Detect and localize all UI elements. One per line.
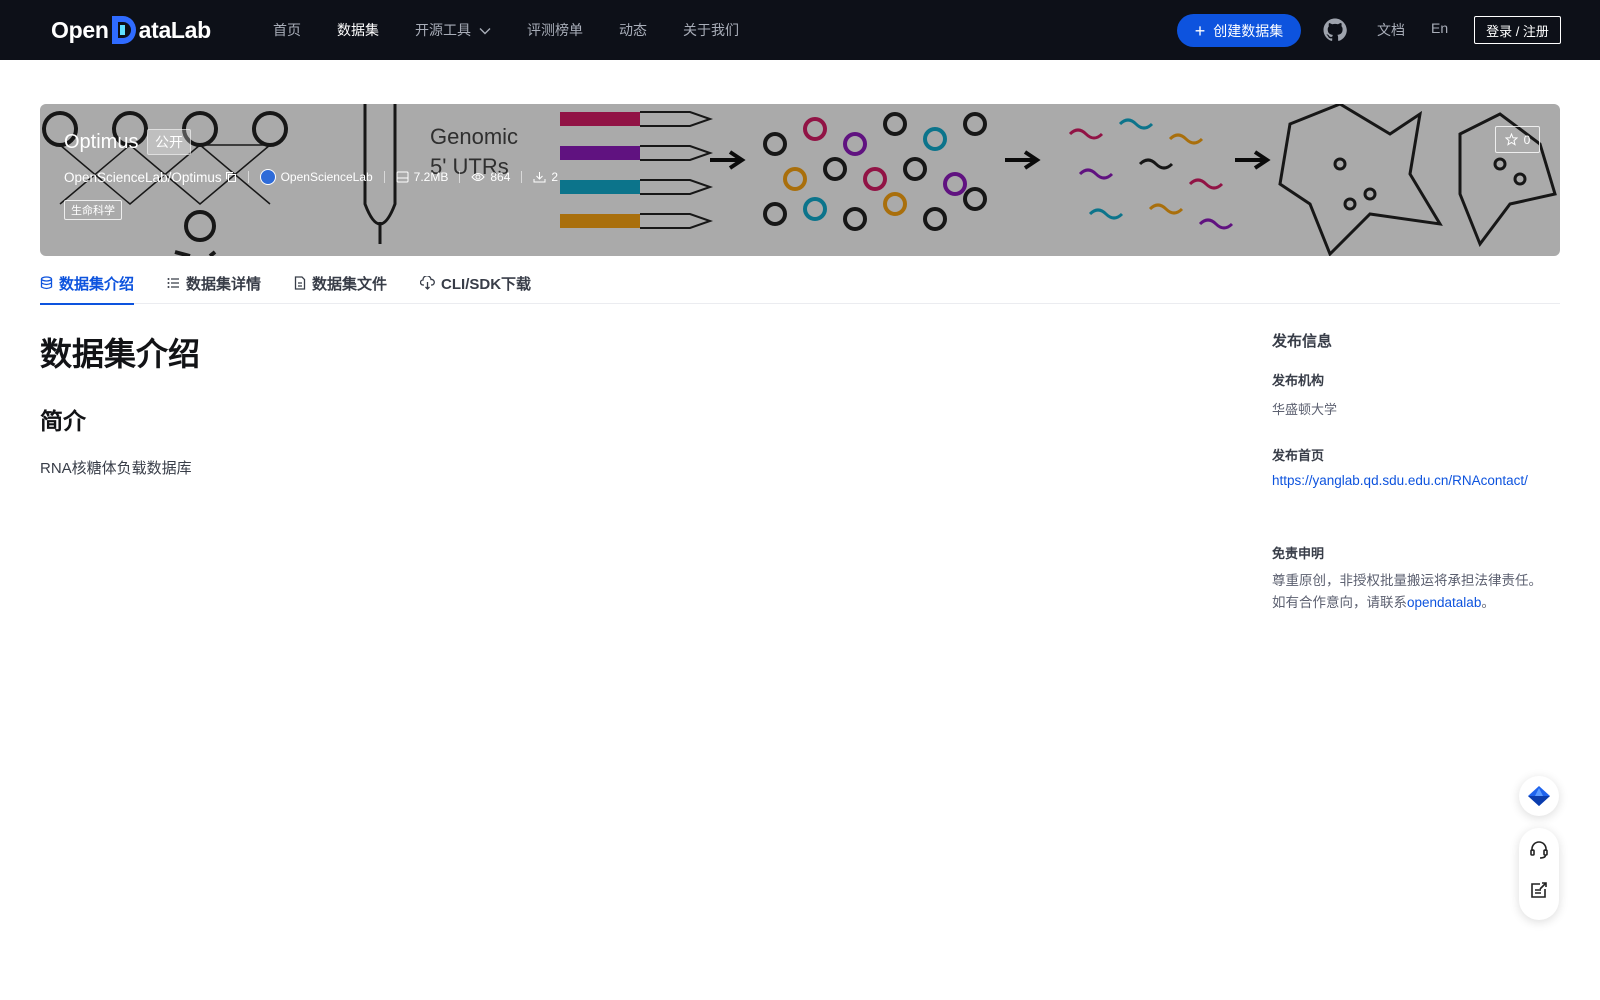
- disclaimer-suffix: 。: [1481, 595, 1495, 610]
- disclaimer-text: 尊重原创，非授权批量搬运将承担法律责任。 如有合作意向，请联系opendatal…: [1272, 570, 1562, 614]
- file-icon: [294, 276, 306, 290]
- disclaimer-line-2: 如有合作意向，请联系opendatalab。: [1272, 592, 1562, 614]
- publish-info-panel: 发布信息 发布机构 华盛顿大学 发布首页 https://yanglab.qd.…: [1272, 330, 1562, 610]
- homepage-link[interactable]: https://yanglab.qd.sdu.edu.cn/RNAcontact…: [1272, 473, 1528, 488]
- section-title: 简介: [40, 408, 86, 434]
- dataset-description: RNA核糖体负载数据库: [40, 460, 192, 477]
- language-switch[interactable]: En: [1431, 20, 1448, 36]
- meta-separator: [459, 171, 461, 183]
- tab-intro[interactable]: 数据集介绍: [40, 262, 135, 305]
- meta-separator: [247, 171, 249, 183]
- dataset-banner: Genomic 5' UTRs Optimus 公开 OpenScienceLa…: [40, 104, 1560, 256]
- floating-toolbar: [1519, 828, 1559, 920]
- nav-leaderboard[interactable]: 评测榜单: [527, 20, 583, 40]
- create-dataset-label: 创建数据集: [1213, 22, 1284, 39]
- feedback-icon: [1531, 882, 1547, 898]
- page-title: 数据集介绍: [40, 336, 201, 372]
- star-icon: [1504, 133, 1518, 146]
- org-avatar: [259, 169, 276, 185]
- disclaimer-prefix: 如有合作意向，请联系: [1272, 595, 1407, 610]
- dataset-path: OpenScienceLab/Optimus: [64, 169, 222, 185]
- list-icon: [167, 278, 180, 288]
- logo-text-open: Open: [51, 16, 109, 43]
- homepage-label: 发布首页: [1272, 448, 1325, 463]
- nav-open-tools[interactable]: 开源工具: [415, 20, 491, 40]
- opendatalab-logo[interactable]: Open ataLab: [51, 14, 211, 46]
- dataset-meta-row: OpenScienceLab/Optimus OpenScienceLab 7.…: [64, 168, 558, 186]
- publisher-label: 发布机构: [1272, 373, 1325, 388]
- meta-separator: [521, 171, 523, 183]
- logo-text-datalab: ataLab: [138, 16, 212, 43]
- nav-home[interactable]: 首页: [273, 20, 301, 40]
- headset-icon: [1530, 841, 1548, 859]
- create-dataset-button[interactable]: + 创建数据集: [1177, 14, 1301, 47]
- tab-files[interactable]: 数据集文件: [294, 262, 387, 304]
- dataset-title: Optimus: [64, 131, 139, 153]
- chevron-down-icon: [479, 22, 491, 38]
- download-icon: [533, 171, 546, 183]
- nav-datasets[interactable]: 数据集: [337, 20, 379, 40]
- plus-icon: +: [1194, 20, 1206, 41]
- nav-about-label: 关于我们: [683, 22, 739, 38]
- diamond-icon: [1528, 786, 1550, 806]
- eye-icon: [471, 172, 486, 182]
- disclaimer-label: 免责申明: [1272, 546, 1325, 561]
- org-name[interactable]: OpenScienceLab: [281, 170, 373, 184]
- contact-link[interactable]: opendatalab: [1407, 595, 1481, 610]
- customer-service-button[interactable]: [1527, 838, 1551, 862]
- publisher-value: 华盛顿大学: [1272, 402, 1338, 417]
- dataset-tabs: 数据集介绍 数据集详情 数据集文件 CLI/SDK下载: [40, 262, 1560, 305]
- dataset-size: 7.2MB: [413, 170, 449, 184]
- subject-tag[interactable]: 生命科学: [64, 200, 122, 220]
- tab-details-label: 数据集详情: [186, 275, 262, 293]
- copy-icon[interactable]: [225, 171, 237, 183]
- download-count: 2: [551, 170, 559, 184]
- tab-cli-sdk-label: CLI/SDK下载: [441, 275, 532, 293]
- nav-news-label: 动态: [619, 22, 647, 38]
- main-nav: 首页 数据集 开源工具 评测榜单 动态 关于我们: [273, 0, 775, 60]
- nav-datasets-label: 数据集: [337, 22, 379, 38]
- top-navbar: Open ataLab 首页 数据集 开源工具 评测榜单 动态 关于我们 + 创…: [0, 0, 1600, 60]
- nav-about[interactable]: 关于我们: [683, 20, 739, 40]
- disclaimer-line-1: 尊重原创，非授权批量搬运将承担法律责任。: [1272, 573, 1542, 588]
- meta-separator: [383, 171, 385, 183]
- publish-info-heading: 发布信息: [1272, 333, 1333, 350]
- tab-details[interactable]: 数据集详情: [167, 262, 261, 304]
- tab-intro-label: 数据集介绍: [59, 275, 135, 293]
- github-icon[interactable]: [1323, 18, 1347, 42]
- diamond-widget-button[interactable]: [1519, 776, 1559, 816]
- nav-open-tools-label: 开源工具: [415, 22, 471, 38]
- feedback-button[interactable]: [1527, 878, 1551, 902]
- logo-d-mark-icon: [110, 15, 138, 45]
- cloud-download-icon: [420, 276, 435, 290]
- tab-cli-sdk[interactable]: CLI/SDK下载: [420, 262, 531, 304]
- view-count: 864: [490, 170, 511, 184]
- database-icon: [40, 276, 53, 290]
- star-button[interactable]: 0: [1495, 126, 1540, 153]
- nav-news[interactable]: 动态: [619, 20, 647, 40]
- tab-files-label: 数据集文件: [312, 275, 388, 293]
- star-count: 0: [1523, 132, 1531, 147]
- nav-home-label: 首页: [273, 22, 301, 38]
- nav-leaderboard-label: 评测榜单: [527, 22, 583, 38]
- docs-link[interactable]: 文档: [1377, 20, 1405, 40]
- login-register-button[interactable]: 登录 / 注册: [1474, 16, 1561, 44]
- storage-icon: [396, 171, 409, 183]
- visibility-tag: 公开: [147, 129, 191, 155]
